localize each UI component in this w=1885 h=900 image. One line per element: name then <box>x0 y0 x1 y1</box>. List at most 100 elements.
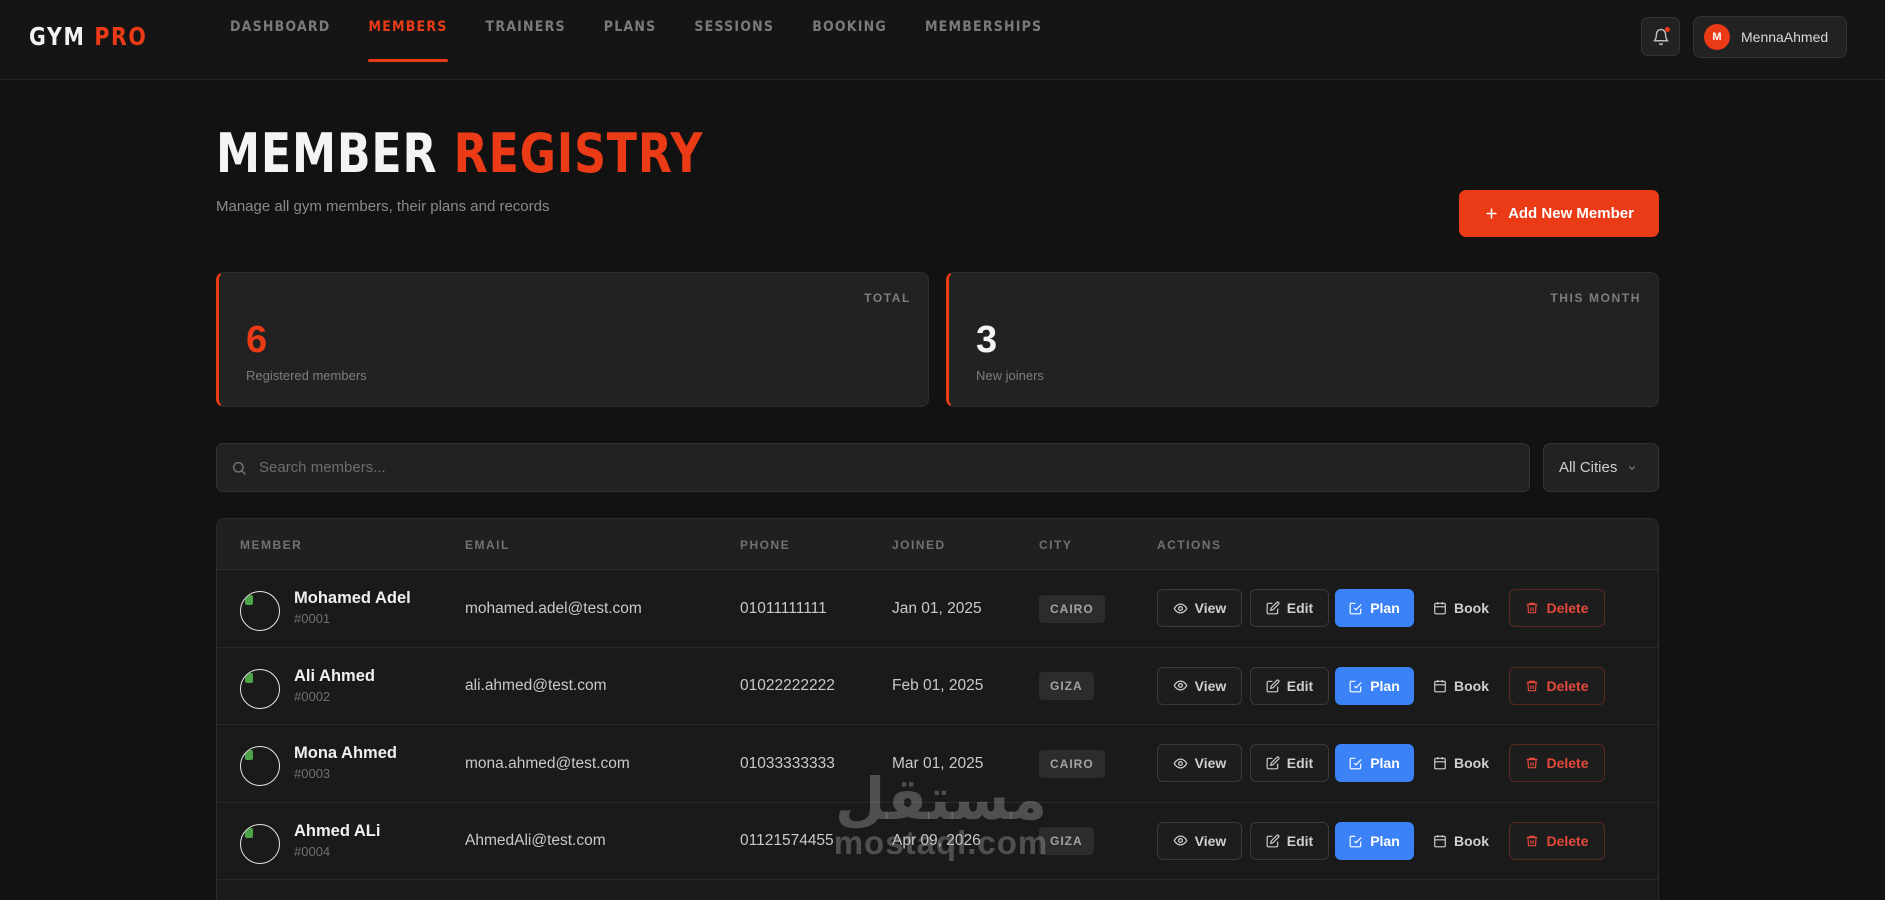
page-title: MEMBER REGISTRY <box>216 122 703 185</box>
view-label: View <box>1194 755 1227 771</box>
checklist-icon <box>1349 835 1362 847</box>
trash-icon <box>1527 757 1538 769</box>
delete-label: Delete <box>1546 677 1589 694</box>
title-member: MEMBER <box>216 122 438 185</box>
plan-button[interactable]: Plan <box>1335 589 1414 627</box>
edit-label: Edit <box>1286 755 1314 771</box>
col-member[interactable]: MEMBER <box>240 538 302 552</box>
table-row: Mohamed Adel #0001 mohamed.adel@test.com… <box>217 570 1658 648</box>
edit-button[interactable]: Edit <box>1250 589 1329 627</box>
nav-booking[interactable]: BOOKING <box>812 0 887 80</box>
stat-value: 3 <box>976 319 998 361</box>
plan-button[interactable]: Plan <box>1335 744 1414 782</box>
book-button[interactable]: Book <box>1421 822 1501 860</box>
member-name[interactable]: Ahmed ALi <box>294 822 380 841</box>
stat-card-month: THIS MONTH 3 New joiners <box>946 272 1659 407</box>
table-row: Ali Ahmed #0002 ali.ahmed@test.com 01022… <box>217 648 1658 725</box>
eye-icon <box>1173 835 1188 846</box>
plan-label: Plan <box>1370 832 1400 849</box>
checklist-icon <box>1349 757 1362 770</box>
nav-members[interactable]: MEMBERS <box>368 0 448 80</box>
nav-sessions[interactable]: SESSIONS <box>694 0 774 80</box>
member-name[interactable]: Ali Ahmed <box>294 667 375 686</box>
member-joined: Jan 01, 2025 <box>892 599 982 617</box>
member-avatar <box>240 746 280 786</box>
calendar-icon <box>1434 679 1446 692</box>
logo-text-pro: PRO <box>94 22 148 51</box>
view-button[interactable]: View <box>1157 589 1242 627</box>
delete-label: Delete <box>1546 755 1589 771</box>
member-phone: 01022222222 <box>740 677 835 694</box>
col-email[interactable]: EMAIL <box>465 538 510 552</box>
user-menu[interactable]: M MennaAhmed <box>1693 16 1847 58</box>
view-button[interactable]: View <box>1157 666 1242 705</box>
notification-dot <box>1665 27 1670 32</box>
col-phone[interactable]: PHONE <box>740 538 790 552</box>
city-filter-select[interactable]: All Cities <box>1543 443 1659 492</box>
col-joined[interactable]: JOINED <box>892 538 946 552</box>
view-label: View <box>1194 832 1227 849</box>
plan-button[interactable]: Plan <box>1335 821 1414 860</box>
stat-label: TOTAL <box>864 291 911 305</box>
nav-links: DASHBOARD MEMBERS TRAINERS PLANS SESSION… <box>230 0 1080 80</box>
member-avatar <box>240 823 280 864</box>
member-name[interactable]: Mona Ahmed <box>294 744 397 763</box>
book-label: Book <box>1454 755 1489 771</box>
plan-label: Plan <box>1370 677 1400 694</box>
view-button[interactable]: View <box>1157 821 1242 860</box>
add-member-button[interactable]: Add New Member <box>1459 190 1659 237</box>
delete-button[interactable]: Delete <box>1509 589 1605 627</box>
plan-button[interactable]: Plan <box>1335 666 1414 705</box>
view-button[interactable]: View <box>1157 744 1242 782</box>
delete-button[interactable]: Delete <box>1509 744 1605 782</box>
member-phone: 01033333333 <box>740 754 835 772</box>
member-email: mona.ahmed@test.com <box>465 754 630 772</box>
nav-memberships[interactable]: MEMBERSHIPS <box>925 0 1042 80</box>
trash-icon <box>1527 602 1538 614</box>
book-label: Book <box>1454 600 1489 616</box>
member-city: GIZA <box>1039 648 1094 725</box>
col-city[interactable]: CITY <box>1039 538 1072 552</box>
app-logo[interactable]: GYM PRO <box>29 22 147 51</box>
edit-button[interactable]: Edit <box>1250 821 1329 860</box>
eye-icon <box>1173 757 1188 769</box>
plus-icon <box>1486 208 1497 219</box>
add-member-label: Add New Member <box>1508 205 1634 222</box>
stat-label: THIS MONTH <box>1550 291 1641 305</box>
book-label: Book <box>1454 677 1489 694</box>
book-button[interactable]: Book <box>1421 589 1501 627</box>
trash-icon <box>1527 680 1538 691</box>
book-button[interactable]: Book <box>1421 744 1501 782</box>
edit-icon <box>1266 601 1280 615</box>
calendar-icon <box>1434 602 1446 615</box>
search-icon <box>233 462 246 475</box>
chevron-down-icon <box>1629 465 1636 470</box>
book-label: Book <box>1454 832 1489 849</box>
member-avatar <box>240 591 280 631</box>
book-button[interactable]: Book <box>1421 667 1501 705</box>
delete-button[interactable]: Delete <box>1509 666 1605 705</box>
stat-value: 6 <box>246 319 268 361</box>
city-badge: GIZA <box>1039 672 1094 700</box>
watermark-arabic: مستقل <box>834 765 1048 833</box>
plan-label: Plan <box>1370 755 1400 771</box>
edit-label: Edit <box>1286 832 1314 849</box>
eye-icon <box>1173 680 1188 691</box>
notifications-button[interactable] <box>1641 17 1680 56</box>
edit-button[interactable]: Edit <box>1250 666 1329 705</box>
member-joined: Feb 01, 2025 <box>892 677 984 694</box>
member-name[interactable]: Mohamed Adel <box>294 589 411 608</box>
member-phone: 01121574455 <box>740 832 834 849</box>
delete-label: Delete <box>1546 600 1589 616</box>
nav-trainers[interactable]: TRAINERS <box>486 0 566 80</box>
col-actions: ACTIONS <box>1157 538 1222 552</box>
search-input[interactable] <box>259 444 1509 491</box>
edit-button[interactable]: Edit <box>1250 744 1329 782</box>
delete-button[interactable]: Delete <box>1509 821 1605 860</box>
search-bar <box>216 443 1530 492</box>
nav-dashboard[interactable]: DASHBOARD <box>230 0 330 80</box>
user-name: MennaAhmed <box>1741 29 1829 45</box>
checklist-icon <box>1349 680 1362 692</box>
nav-plans[interactable]: PLANS <box>604 0 657 80</box>
view-label: View <box>1194 600 1227 616</box>
